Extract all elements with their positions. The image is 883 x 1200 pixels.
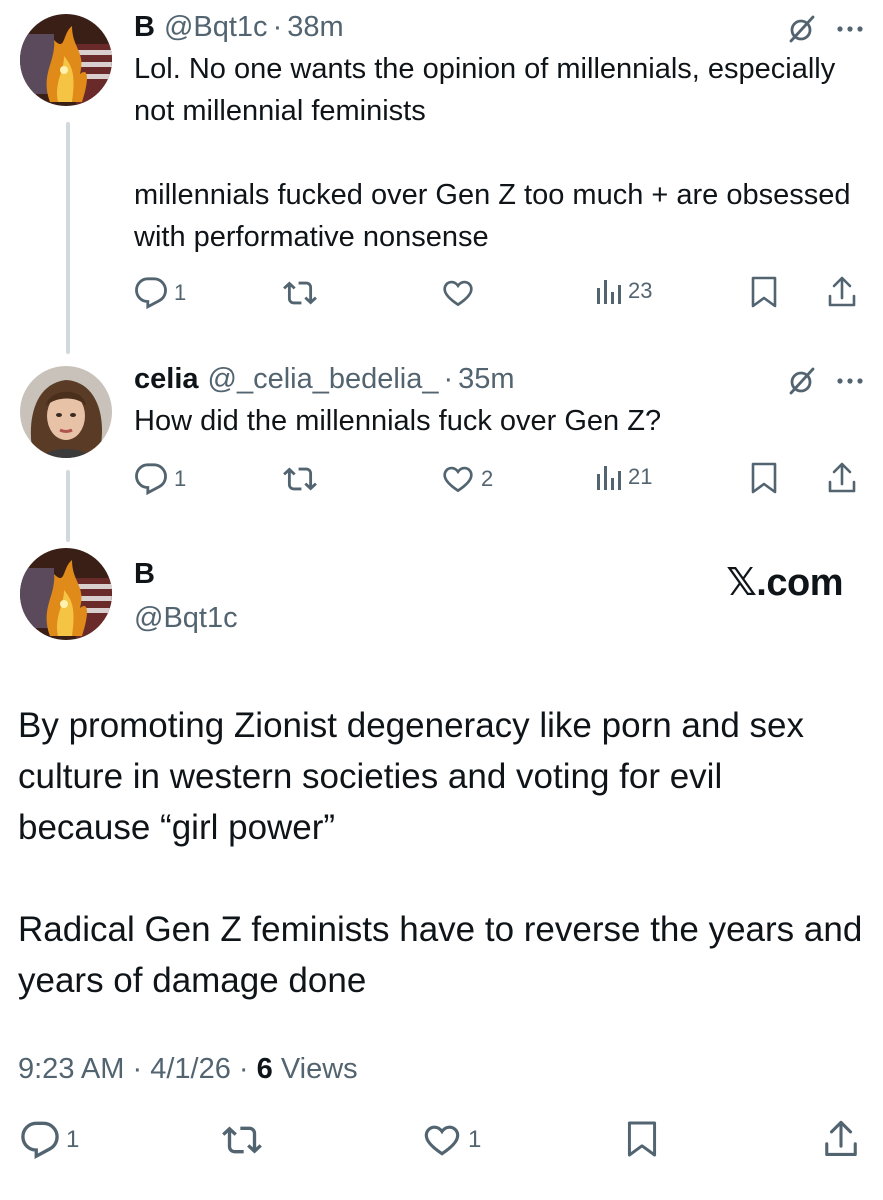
bookmark-icon xyxy=(751,462,777,494)
avatar[interactable] xyxy=(20,14,112,106)
post-text: How did the millennials fuck over Gen Z? xyxy=(134,400,863,442)
reply-post[interactable]: B @Bqt1c · 38m Lol. No one wants the opi… xyxy=(134,10,863,258)
timestamp[interactable]: 35m xyxy=(458,362,514,396)
grok-icon[interactable] xyxy=(787,14,817,44)
post-actions: 1 23 xyxy=(0,276,883,316)
post-paragraph: Radical Gen Z feminists have to reverse … xyxy=(18,910,863,1000)
post-header: B @Bqt1c · 38m xyxy=(134,10,863,44)
post-top-icons xyxy=(787,14,863,44)
reply-count: 1 xyxy=(174,280,187,305)
post-date[interactable]: 4/1/26 xyxy=(150,1053,231,1085)
reply-count: 1 xyxy=(174,466,187,491)
main-post-actions: 1 1 xyxy=(0,1120,883,1168)
post-paragraph: How did the millennials fuck over Gen Z? xyxy=(134,405,662,437)
main-post-text: By promoting Zionist degeneracy like por… xyxy=(18,700,863,1006)
share-button[interactable] xyxy=(823,1120,859,1158)
post-paragraph: By promoting Zionist degeneracy like por… xyxy=(18,706,804,847)
views-button[interactable]: 21 xyxy=(596,462,652,492)
avatar[interactable] xyxy=(20,548,112,640)
like-icon xyxy=(443,280,473,307)
post-paragraph xyxy=(18,853,863,904)
bookmark-icon xyxy=(627,1121,657,1157)
repost-icon xyxy=(283,281,317,305)
bookmark-button[interactable] xyxy=(750,276,778,308)
separator: · xyxy=(443,363,454,395)
repost-button[interactable] xyxy=(282,462,324,496)
more-icon[interactable] xyxy=(837,377,863,385)
avatar[interactable] xyxy=(20,366,112,458)
post-meta: 9:23 AM · 4/1/26 · 6 Views xyxy=(18,1053,358,1086)
bookmark-icon xyxy=(751,276,777,308)
post-time[interactable]: 9:23 AM xyxy=(18,1053,124,1085)
timestamp[interactable]: 38m xyxy=(287,10,343,44)
more-icon[interactable] xyxy=(837,25,863,33)
post-header: celia @_celia_bedelia_ · 35m xyxy=(134,362,863,396)
reply-post[interactable]: celia @_celia_bedelia_ · 35m How did the… xyxy=(134,362,863,442)
bookmark-button[interactable] xyxy=(626,1120,658,1158)
repost-button[interactable] xyxy=(282,276,324,310)
like-button[interactable]: 2 xyxy=(441,462,493,496)
reply-icon xyxy=(135,277,167,310)
display-name[interactable]: B xyxy=(134,558,155,591)
like-count: 2 xyxy=(481,466,494,491)
brand-logo: 𝕏.com xyxy=(726,562,843,604)
like-button[interactable] xyxy=(441,276,481,310)
reply-button[interactable]: 1 xyxy=(134,276,186,310)
like-icon xyxy=(424,1125,460,1156)
user-handle[interactable]: @_celia_bedelia_ xyxy=(208,362,439,396)
views-count: 6 xyxy=(256,1053,273,1085)
repost-icon xyxy=(283,467,317,491)
views-button[interactable]: 23 xyxy=(596,276,652,306)
post-paragraph: millennials fucked over Gen Z too much +… xyxy=(134,179,851,253)
views-count: 21 xyxy=(628,464,653,489)
views-label: Views xyxy=(280,1053,358,1085)
grok-icon[interactable] xyxy=(787,366,817,396)
separator: · xyxy=(238,1053,249,1085)
post-paragraph: Lol. No one wants the opinion of millenn… xyxy=(134,53,836,127)
reply-icon xyxy=(135,463,167,496)
views-count: 23 xyxy=(628,278,653,303)
reply-button[interactable]: 1 xyxy=(134,462,186,496)
thread-line xyxy=(66,122,70,354)
user-handle[interactable]: @Bqt1c xyxy=(164,10,268,44)
share-button[interactable] xyxy=(827,462,857,494)
share-icon xyxy=(828,276,856,307)
display-name[interactable]: celia xyxy=(134,362,199,396)
reply-icon xyxy=(21,1121,59,1159)
post-paragraph xyxy=(134,132,863,174)
views-icon xyxy=(597,466,621,490)
repost-icon xyxy=(222,1126,262,1154)
views-icon xyxy=(597,280,621,304)
user-handle[interactable]: @Bqt1c xyxy=(134,602,238,635)
like-icon xyxy=(443,466,473,493)
like-button[interactable]: 1 xyxy=(422,1120,481,1160)
separator: · xyxy=(272,11,283,43)
separator: · xyxy=(132,1053,143,1085)
repost-button[interactable] xyxy=(220,1120,270,1160)
share-button[interactable] xyxy=(827,276,857,308)
reply-button[interactable]: 1 xyxy=(20,1120,79,1160)
like-count: 1 xyxy=(468,1126,482,1153)
share-icon xyxy=(825,1120,857,1156)
display-name[interactable]: B xyxy=(134,10,155,44)
post-actions: 1 2 21 xyxy=(0,462,883,502)
share-icon xyxy=(828,462,856,493)
post-text: Lol. No one wants the opinion of millenn… xyxy=(134,48,863,258)
bookmark-button[interactable] xyxy=(750,462,778,494)
reply-count: 1 xyxy=(66,1126,80,1153)
post-top-icons xyxy=(787,366,863,396)
